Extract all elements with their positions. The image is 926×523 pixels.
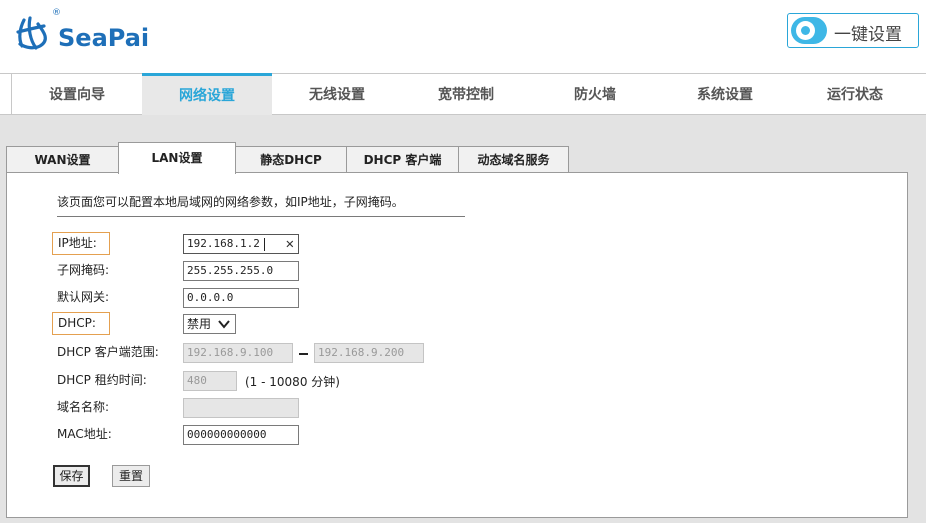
domain-name-label: 域名名称:	[57, 400, 110, 414]
dhcp-lease-input: 480	[183, 371, 237, 391]
range-separator	[299, 353, 308, 355]
tab-lan[interactable]: LAN设置	[118, 142, 236, 174]
gateway-input[interactable]: 0.0.0.0	[183, 288, 299, 308]
brand-logo: ® SeaPai	[14, 8, 149, 54]
tab-dhcp-clients[interactable]: DHCP 客户端	[346, 146, 459, 173]
mac-label: MAC地址:	[57, 427, 112, 441]
nav-item-bandwidth[interactable]: 宽带控制	[402, 74, 530, 115]
dhcp-lease-label: DHCP 租约时间:	[57, 373, 147, 387]
nav-item-status[interactable]: 运行状态	[790, 74, 920, 115]
toggle-icon	[791, 17, 827, 44]
quick-setup-label: 一键设置	[834, 25, 902, 45]
dhcp-select[interactable]: 禁用	[183, 314, 236, 334]
clear-icon[interactable]: ✕	[286, 235, 294, 253]
dhcp-range-end-input: 192.168.9.200	[314, 343, 424, 363]
nav-item-network[interactable]: 网络设置	[142, 73, 272, 116]
dhcp-select-value: 禁用	[187, 317, 212, 331]
gateway-label: 默认网关:	[57, 290, 110, 304]
registered-mark: ®	[52, 8, 61, 18]
lan-settings-panel: 该页面您可以配置本地局域网的网络参数，如IP地址，子网掩码。 IP地址: 192…	[6, 172, 908, 518]
ip-address-input[interactable]: 192.168.1.2 ✕	[183, 234, 299, 254]
chevron-down-icon	[218, 320, 230, 329]
text-cursor	[264, 238, 265, 251]
domain-name-input	[183, 398, 299, 418]
save-button[interactable]: 保存	[53, 465, 90, 487]
reset-button[interactable]: 重置	[112, 465, 150, 487]
dhcp-range-start-input: 192.168.9.100	[183, 343, 293, 363]
mac-address-input[interactable]: 000000000000	[183, 425, 299, 445]
brand-name: SeaPai	[58, 24, 150, 52]
quick-setup-button[interactable]: 一键设置	[787, 13, 919, 48]
subnet-mask-input[interactable]: 255.255.255.0	[183, 261, 299, 281]
dhcp-range-label: DHCP 客户端范围:	[57, 345, 159, 359]
tab-wan[interactable]: WAN设置	[6, 146, 119, 173]
tab-static-dhcp[interactable]: 静态DHCP	[235, 146, 347, 173]
lease-hint: (1 - 10080 分钟)	[245, 375, 340, 389]
main-nav: 设置向导 网络设置 无线设置 宽带控制 防火墙 系统设置 运行状态	[0, 73, 926, 116]
tab-ddns[interactable]: 动态域名服务	[458, 146, 569, 173]
nav-item-firewall[interactable]: 防火墙	[530, 74, 660, 115]
subnet-mask-label: 子网掩码:	[57, 263, 110, 277]
nav-item-setup-wizard[interactable]: 设置向导	[12, 74, 142, 115]
nav-item-system[interactable]: 系统设置	[660, 74, 790, 115]
ip-label: IP地址:	[52, 232, 110, 255]
page-description: 该页面您可以配置本地局域网的网络参数，如IP地址，子网掩码。	[57, 193, 465, 217]
dhcp-label: DHCP:	[52, 312, 110, 335]
nav-item-wireless[interactable]: 无线设置	[272, 74, 402, 115]
seapai-logo-icon	[16, 16, 47, 50]
ip-address-value: 192.168.1.2	[187, 237, 260, 250]
